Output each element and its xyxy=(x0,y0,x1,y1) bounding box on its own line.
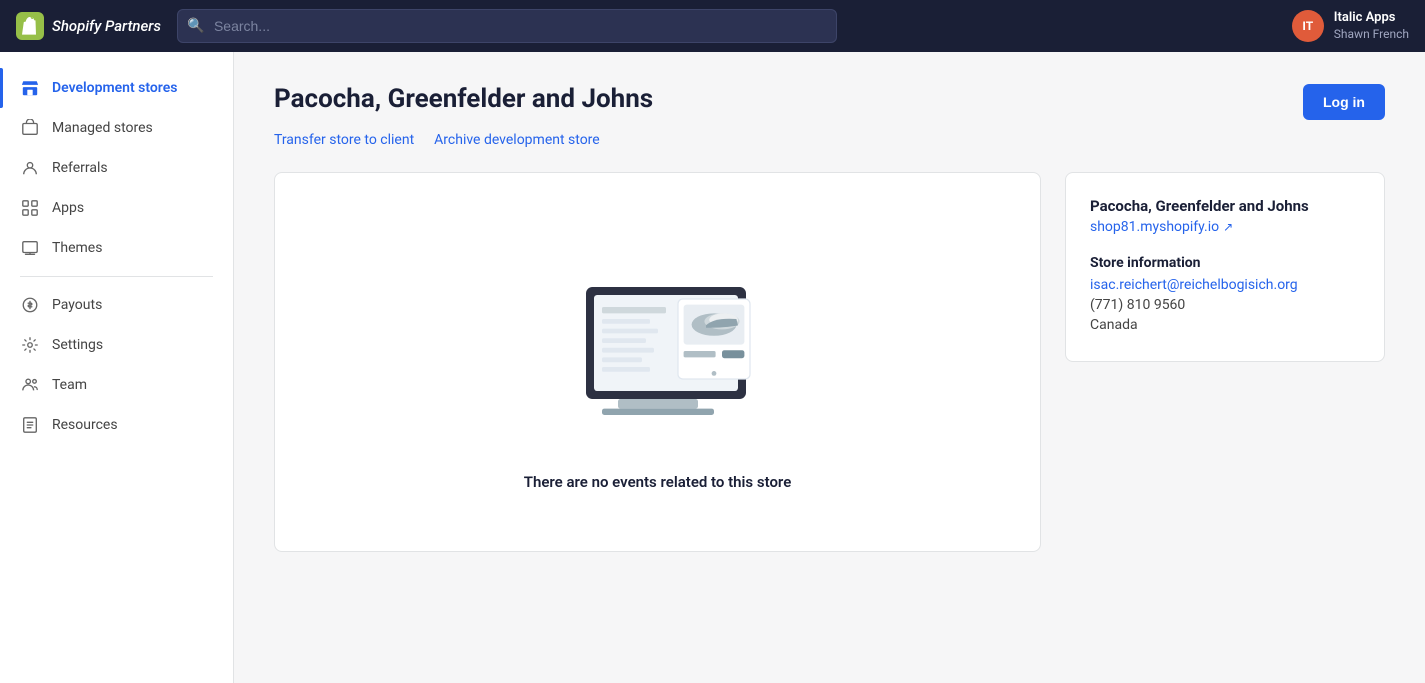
payouts-icon xyxy=(20,295,40,315)
info-section-title: Store information xyxy=(1090,255,1360,271)
info-phone: (771) 810 9560 xyxy=(1090,297,1360,313)
sidebar-label-payouts: Payouts xyxy=(52,297,102,313)
layout: Development stores Managed stores Referr… xyxy=(0,52,1425,683)
search-input[interactable] xyxy=(177,9,837,43)
info-email[interactable]: isac.reichert@reichelbogisich.org xyxy=(1090,277,1360,293)
shopify-logo-icon xyxy=(16,12,44,40)
empty-state-card: There are no events related to this stor… xyxy=(274,172,1041,552)
sidebar-label-apps: Apps xyxy=(52,200,84,216)
user-name: Italic Apps xyxy=(1334,10,1409,27)
sidebar-label-team: Team xyxy=(52,377,87,393)
sidebar-label-settings: Settings xyxy=(52,337,103,353)
sidebar-label-development-stores: Development stores xyxy=(52,80,177,96)
sidebar-item-referrals[interactable]: Referrals xyxy=(0,148,233,188)
settings-icon xyxy=(20,335,40,355)
page-header: Pacocha, Greenfelder and Johns Log in xyxy=(274,84,1385,120)
user-sub-name: Shawn French xyxy=(1334,27,1409,43)
referrals-icon xyxy=(20,158,40,178)
page-actions: Transfer store to client Archive develop… xyxy=(274,132,1385,148)
search-bar: 🔍 xyxy=(177,9,837,43)
nav-divider xyxy=(20,276,213,277)
info-store-name: Pacocha, Greenfelder and Johns xyxy=(1090,197,1360,215)
themes-icon xyxy=(20,238,40,258)
archive-store-link[interactable]: Archive development store xyxy=(434,132,600,148)
sidebar-label-themes: Themes xyxy=(52,240,102,256)
info-store-url[interactable]: shop81.myshopify.io ↗ xyxy=(1090,219,1360,235)
sidebar-item-resources[interactable]: Resources xyxy=(0,405,233,445)
info-country: Canada xyxy=(1090,317,1360,333)
store-icon xyxy=(20,78,40,98)
sidebar-label-managed-stores: Managed stores xyxy=(52,120,153,136)
sidebar-item-apps[interactable]: Apps xyxy=(0,188,233,228)
sidebar: Development stores Managed stores Referr… xyxy=(0,52,234,683)
avatar: IT xyxy=(1292,10,1324,42)
info-card: Pacocha, Greenfelder and Johns shop81.my… xyxy=(1065,172,1385,362)
managed-stores-icon xyxy=(20,118,40,138)
sidebar-label-referrals: Referrals xyxy=(52,160,108,176)
top-navigation: Shopify Partners 🔍 IT Italic Apps Shawn … xyxy=(0,0,1425,52)
logo: Shopify Partners xyxy=(16,12,161,40)
external-link-icon: ↗ xyxy=(1223,220,1233,234)
resources-icon xyxy=(20,415,40,435)
empty-state-text: There are no events related to this stor… xyxy=(524,473,792,491)
content-area: There are no events related to this stor… xyxy=(274,172,1385,552)
search-icon: 🔍 xyxy=(187,18,204,34)
empty-illustration xyxy=(538,233,778,453)
sidebar-item-managed-stores[interactable]: Managed stores xyxy=(0,108,233,148)
main-content: Pacocha, Greenfelder and Johns Log in Tr… xyxy=(234,52,1425,683)
team-icon xyxy=(20,375,40,395)
user-info: Italic Apps Shawn French xyxy=(1334,10,1409,42)
sidebar-item-payouts[interactable]: Payouts xyxy=(0,285,233,325)
user-area: IT Italic Apps Shawn French xyxy=(1292,10,1409,42)
sidebar-label-resources: Resources xyxy=(52,417,118,433)
sidebar-item-development-stores[interactable]: Development stores xyxy=(0,68,233,108)
sidebar-item-themes[interactable]: Themes xyxy=(0,228,233,268)
logo-text: Shopify Partners xyxy=(52,17,161,35)
sidebar-item-team[interactable]: Team xyxy=(0,365,233,405)
apps-icon xyxy=(20,198,40,218)
sidebar-item-settings[interactable]: Settings xyxy=(0,325,233,365)
page-title: Pacocha, Greenfelder and Johns xyxy=(274,84,653,114)
login-button[interactable]: Log in xyxy=(1303,84,1385,120)
transfer-store-link[interactable]: Transfer store to client xyxy=(274,132,414,148)
